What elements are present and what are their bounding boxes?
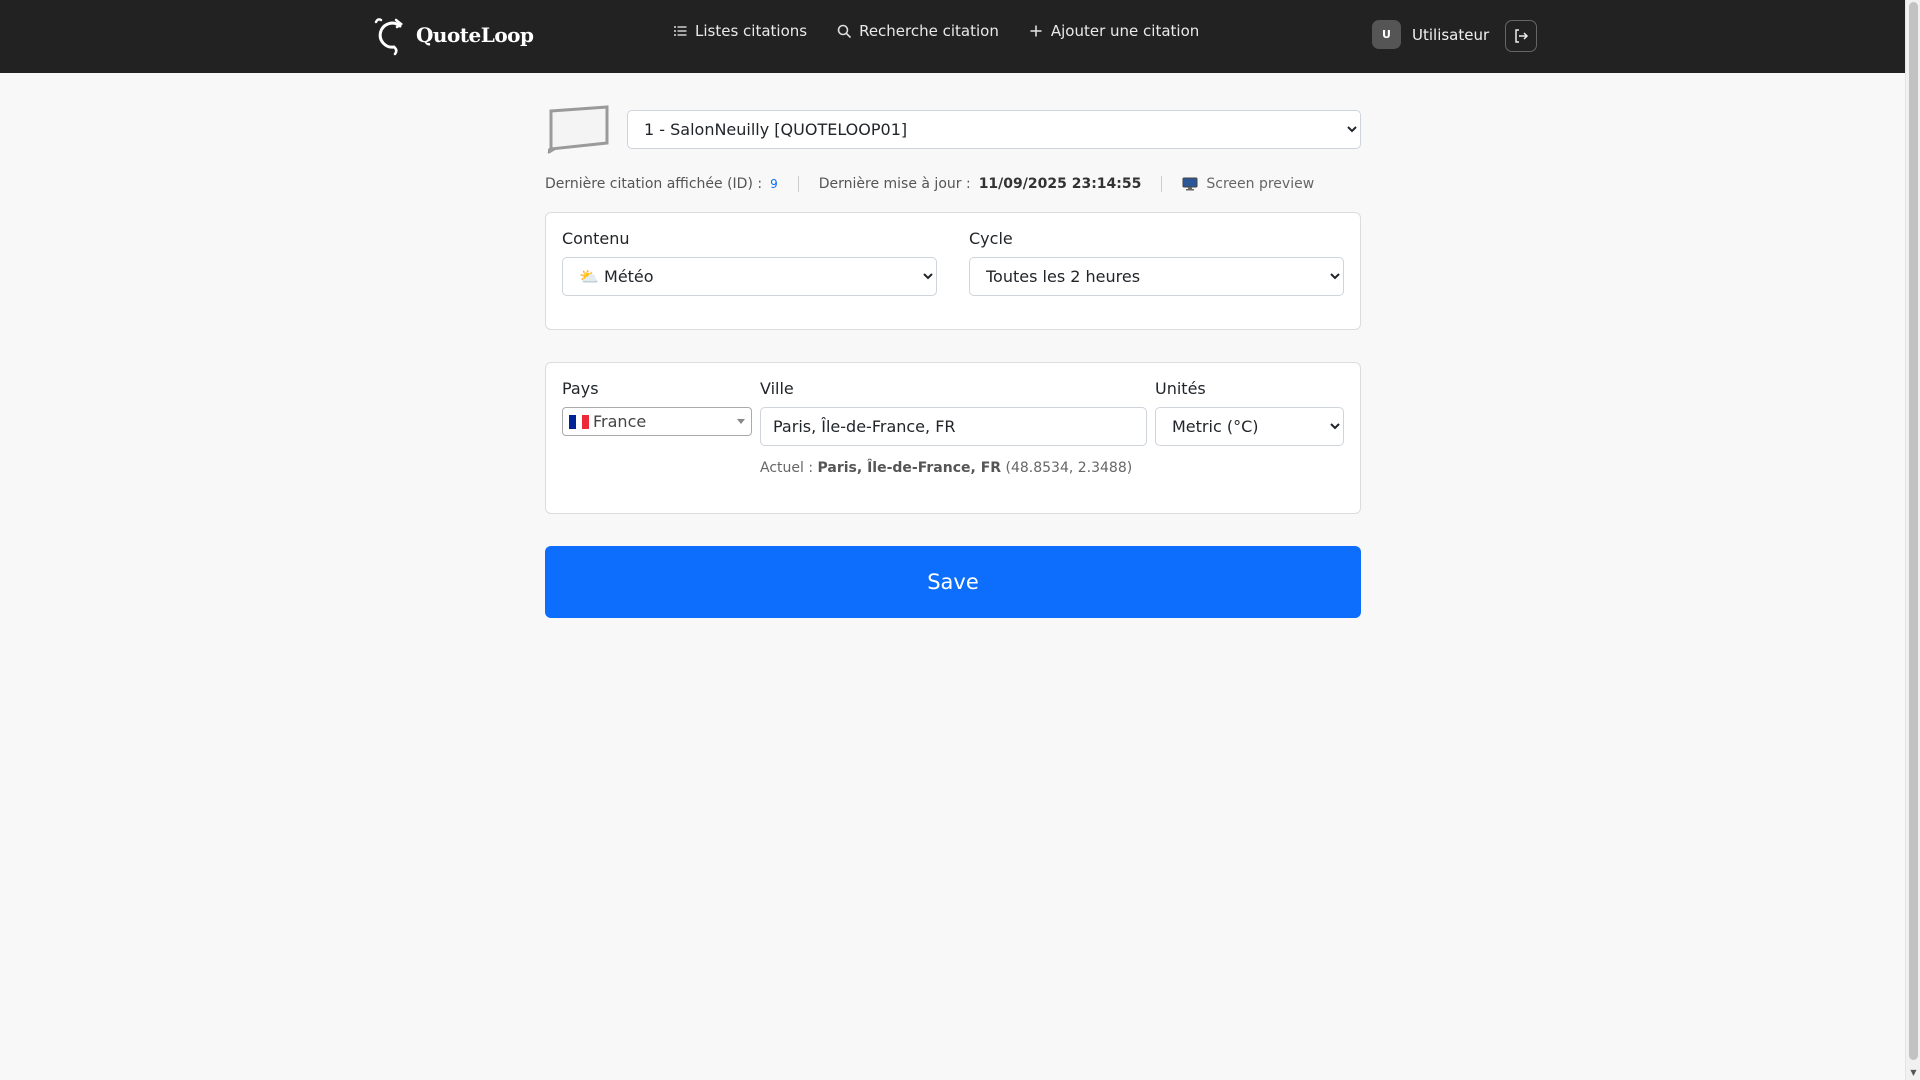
- plus-icon: [1030, 25, 1042, 37]
- units-label: Unités: [1155, 379, 1206, 398]
- user-name: Utilisateur: [1412, 25, 1490, 44]
- nav-link-add-quote[interactable]: Ajouter une citation: [1029, 22, 1199, 40]
- device-select[interactable]: 1 - SalonNeuilly [QUOTELOOP01]: [627, 109, 1361, 149]
- logout-icon: [1515, 29, 1529, 43]
- last-update-label: Dernière mise à jour :: [818, 176, 971, 192]
- content-select[interactable]: ⛅ Météo: [562, 257, 937, 296]
- scrollbar[interactable]: ▼: [1905, 0, 1920, 1080]
- logo-text: QuoteLoop: [416, 23, 534, 47]
- list-icon: [674, 26, 687, 36]
- user-menu[interactable]: U Utilisateur: [1372, 20, 1489, 49]
- country-value: France: [593, 412, 647, 431]
- cycle-select[interactable]: Toutes les 2 heures: [969, 257, 1344, 296]
- navbar: QuoteLoop Listes citations Recherche cit…: [0, 0, 1905, 73]
- country-label: Pays: [562, 379, 599, 398]
- monitor-icon: [1182, 177, 1198, 191]
- main-content: 1 - SalonNeuilly [QUOTELOOP01] Dernière …: [545, 100, 1361, 618]
- last-quote-label: Dernière citation affichée (ID) :: [545, 176, 763, 192]
- current-coords: (48.8534, 2.3488): [1005, 460, 1133, 476]
- main-nav: Listes citations Recherche citation Ajou…: [673, 22, 1199, 40]
- content-label: Contenu: [562, 229, 630, 248]
- current-place: Paris, Île-de-France, FR: [817, 460, 1002, 476]
- scroll-down-icon[interactable]: ▼: [1909, 1068, 1918, 1078]
- city-field: Ville Actuel : Paris, Île-de-France, FR …: [760, 379, 1147, 476]
- screen-preview-link[interactable]: Screen preview: [1182, 176, 1314, 192]
- device-selector-row: 1 - SalonNeuilly [QUOTELOOP01]: [545, 100, 1361, 158]
- current-location-hint: Actuel : Paris, Île-de-France, FR (48.85…: [760, 460, 1147, 476]
- city-input[interactable]: [760, 407, 1147, 446]
- avatar: U: [1372, 20, 1401, 49]
- current-prefix: Actuel :: [760, 460, 814, 476]
- nav-link-quote-lists[interactable]: Listes citations: [673, 22, 807, 40]
- search-icon: [837, 24, 851, 38]
- last-quote-info: Dernière citation affichée (ID) : 9: [545, 176, 778, 192]
- city-label: Ville: [760, 379, 794, 398]
- logout-button[interactable]: [1505, 20, 1537, 52]
- units-field: Unités Metric (°C): [1155, 379, 1344, 476]
- device-meta: Dernière citation affichée (ID) : 9 Dern…: [545, 174, 1361, 194]
- cycle-label: Cycle: [969, 229, 1013, 248]
- divider: [1161, 176, 1163, 192]
- scrollbar-thumb[interactable]: [1909, 2, 1918, 1060]
- nav-link-label: Recherche citation: [859, 22, 999, 40]
- logo-icon: [374, 18, 404, 56]
- country-field: Pays France: [562, 379, 752, 476]
- nav-link-label: Listes citations: [695, 22, 808, 40]
- logo[interactable]: QuoteLoop: [368, 14, 534, 56]
- content-settings-card: Contenu ⛅ Météo Cycle Toutes les 2 heure…: [545, 212, 1361, 330]
- chevron-down-icon: [737, 419, 745, 424]
- france-flag-icon: [569, 414, 590, 429]
- weather-settings-card: Pays France Ville Actuel : Paris, Île-de…: [545, 362, 1361, 514]
- save-button[interactable]: Save: [545, 546, 1361, 618]
- units-select[interactable]: Metric (°C): [1155, 407, 1344, 446]
- country-select[interactable]: France: [562, 407, 752, 436]
- last-quote-id[interactable]: 9: [770, 177, 778, 191]
- last-update-info: Dernière mise à jour : 11/09/2025 23:14:…: [819, 176, 1142, 192]
- divider: [797, 176, 799, 192]
- screen-icon: [547, 105, 609, 154]
- nav-link-label: Ajouter une citation: [1050, 22, 1200, 40]
- nav-link-search-quote[interactable]: Recherche citation: [837, 22, 999, 40]
- last-update-value: 11/09/2025 23:14:55: [978, 176, 1142, 192]
- screen-preview-label: Screen preview: [1206, 176, 1315, 192]
